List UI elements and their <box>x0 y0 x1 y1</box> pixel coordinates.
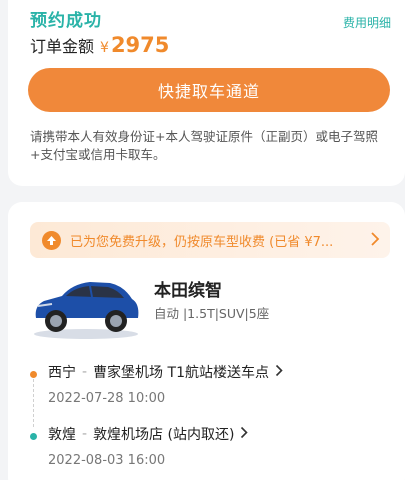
timeline-connector <box>33 374 34 427</box>
quick-pickup-button[interactable]: 快捷取车通道 <box>28 68 390 112</box>
return-datetime: 2022-08-03 16:00 <box>48 453 166 468</box>
pickup-location-row[interactable]: 西宁 - 曹家堡机场 T1航站楼送车点 <box>48 362 283 382</box>
booking-status-title: 预约成功 <box>30 11 102 31</box>
car-image <box>28 266 144 342</box>
currency-symbol: ¥ <box>100 40 109 56</box>
pickup-dot <box>30 371 37 378</box>
upgrade-banner-text: 已为您免费升级，仍按原车型收费 (已省 ¥7... <box>70 234 334 250</box>
amount-label: 订单金额 <box>30 37 95 56</box>
order-amount-row: 订单金额 ¥ 2975 <box>30 33 169 57</box>
separator-dash: - <box>82 364 88 380</box>
upgrade-arrow-icon <box>42 230 61 250</box>
booking-summary-card: 预约成功 费用明细 订单金额 ¥ 2975 快捷取车通道 请携带本人有效身份证+… <box>8 0 405 186</box>
chevron-right-icon <box>275 364 283 381</box>
chevron-right-icon <box>240 426 249 443</box>
order-amount: 2975 <box>110 33 170 57</box>
pickup-location: 曹家堡机场 T1航站楼送车点 <box>93 365 269 381</box>
trip-timeline: 西宁 - 曹家堡机场 T1航站楼送车点 2022-07-28 10:00 敦煌 … <box>30 358 390 478</box>
car-specs: 自动 |1.5T|SUV|5座 <box>154 306 270 321</box>
car-name: 本田缤智 <box>154 281 222 301</box>
upgrade-banner[interactable]: 已为您免费升级，仍按原车型收费 (已省 ¥7... <box>30 222 390 258</box>
car-info-card: 已为您免费升级，仍按原车型收费 (已省 ¥7... 本田缤智 自动 |1.5T|… <box>8 202 405 480</box>
pickup-city: 西宁 <box>48 365 76 381</box>
pickup-datetime: 2022-07-28 10:00 <box>48 391 166 406</box>
return-dot <box>30 433 37 440</box>
chevron-right-icon <box>370 231 380 251</box>
separator-dash: - <box>82 426 88 442</box>
return-city: 敦煌 <box>48 427 76 443</box>
fee-detail-link[interactable]: 费用明细 <box>343 14 391 31</box>
pickup-notice: 请携带本人有效身份证+本人驾驶证原件（正副页）或电子驾照+支付宝或信用卡取车。 <box>30 129 378 162</box>
return-location-row[interactable]: 敦煌 - 敦煌机场店 (站内取还) <box>48 424 249 444</box>
return-location: 敦煌机场店 (站内取还) <box>93 427 235 443</box>
